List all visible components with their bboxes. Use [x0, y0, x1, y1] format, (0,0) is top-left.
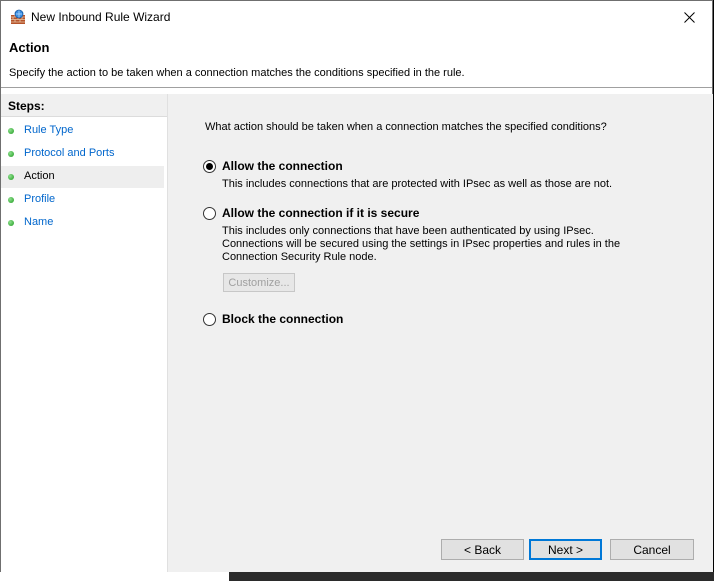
wizard-window: New Inbound Rule Wizard Action Specify t…: [0, 0, 713, 572]
step-label: Action: [24, 170, 55, 182]
back-button[interactable]: < Back: [441, 539, 524, 560]
background-strip: [0, 572, 229, 581]
step-label: Profile: [24, 193, 56, 205]
content-panel: What action should be taken when a conne…: [168, 94, 713, 572]
close-button[interactable]: [666, 1, 712, 33]
allow-connection-label[interactable]: Allow the connection: [222, 159, 343, 173]
customize-button: Customize...: [223, 273, 295, 292]
step-status-icon: [8, 174, 14, 180]
background-window-strip: [229, 572, 714, 581]
allow-if-secure-label[interactable]: Allow the connection if it is secure: [222, 206, 419, 220]
question-text: What action should be taken when a conne…: [205, 121, 607, 133]
block-connection-label[interactable]: Block the connection: [222, 312, 343, 326]
step-label: Protocol and Ports: [24, 147, 115, 159]
step-label: Name: [24, 216, 54, 228]
step-status-icon: [8, 197, 14, 203]
steps-panel: Steps: Rule Type Protocol and Ports Acti…: [1, 94, 168, 572]
page-description: Specify the action to be taken when a co…: [9, 67, 465, 79]
allow-connection-radio[interactable]: [203, 160, 216, 173]
step-protocol-and-ports[interactable]: Protocol and Ports: [1, 143, 164, 165]
title-bar: New Inbound Rule Wizard: [1, 1, 712, 33]
close-icon: [683, 11, 695, 23]
steps-heading: Steps:: [1, 94, 167, 117]
page-title: Action: [9, 40, 50, 55]
cancel-button[interactable]: Cancel: [610, 539, 694, 560]
step-action[interactable]: Action: [1, 166, 164, 188]
step-profile[interactable]: Profile: [1, 189, 164, 211]
steps-title-text: Steps:: [8, 99, 45, 113]
page-header: Action Specify the action to be taken wh…: [1, 33, 712, 88]
step-status-icon: [8, 128, 14, 134]
allow-if-secure-description: This includes only connections that have…: [222, 225, 621, 263]
next-button[interactable]: Next >: [529, 539, 602, 560]
firewall-icon: [10, 9, 26, 25]
step-name[interactable]: Name: [1, 212, 164, 234]
step-label: Rule Type: [24, 124, 74, 136]
step-status-icon: [8, 220, 14, 226]
step-status-icon: [8, 151, 14, 157]
allow-connection-description: This includes connections that are prote…: [222, 178, 613, 190]
allow-if-secure-radio[interactable]: [203, 207, 216, 220]
step-rule-type[interactable]: Rule Type: [1, 120, 164, 142]
block-connection-radio[interactable]: [203, 313, 216, 326]
window-title: New Inbound Rule Wizard: [31, 10, 171, 24]
